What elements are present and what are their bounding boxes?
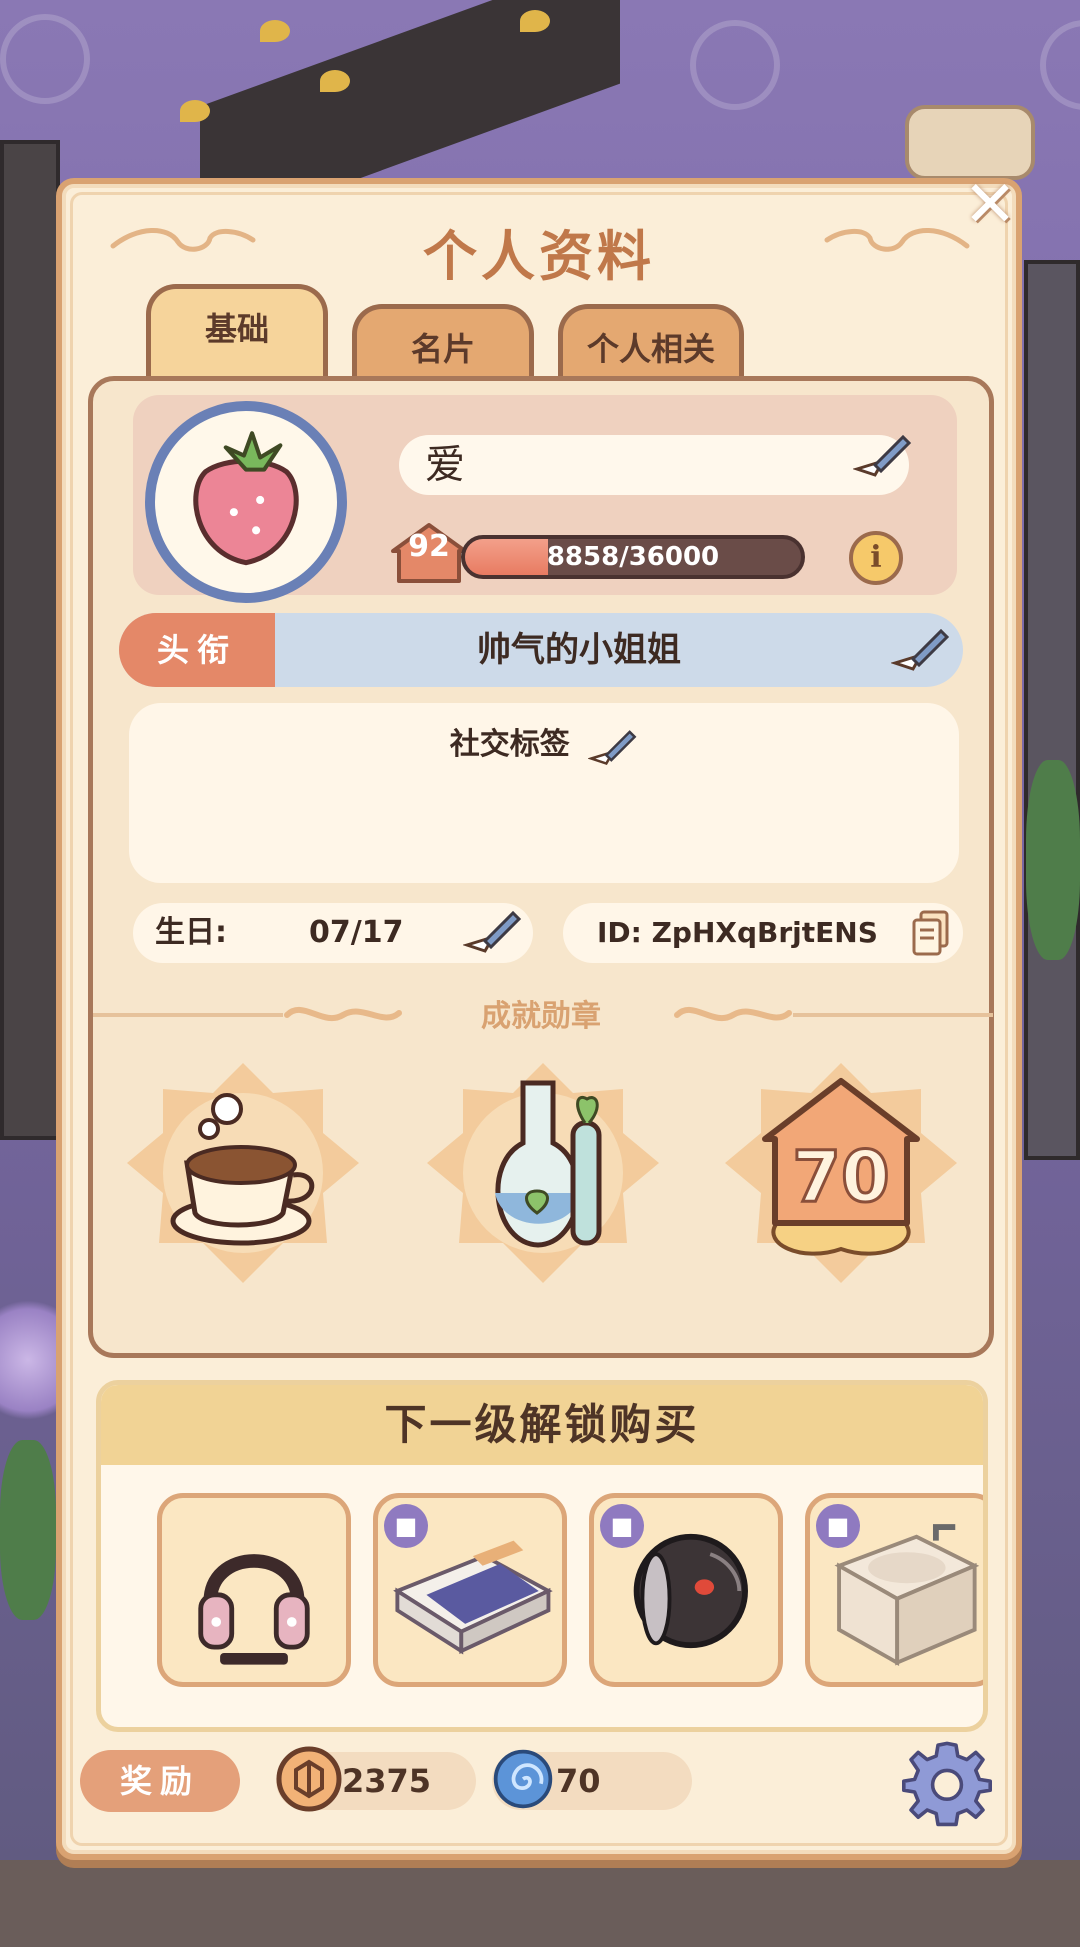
avatar[interactable] bbox=[145, 401, 347, 603]
unlock-header: 下一级解锁购买 bbox=[101, 1385, 983, 1465]
edit-birthday-pencil-icon[interactable] bbox=[463, 905, 523, 955]
tab-personal-label: 个人相关 bbox=[586, 330, 715, 368]
birthday-value: 07/17 bbox=[309, 915, 404, 950]
coin-icon bbox=[276, 1746, 342, 1812]
player-id: ID: ZpHXqBrjtENS bbox=[597, 916, 878, 949]
ornament-right-decoration bbox=[674, 1006, 792, 1021]
level-number: 92 bbox=[408, 529, 450, 564]
lock-icon: ■ bbox=[816, 1504, 860, 1548]
edit-title-pencil-icon[interactable] bbox=[891, 623, 951, 673]
sun-decoration bbox=[690, 20, 780, 110]
building-decoration bbox=[0, 140, 60, 1140]
flourish-right-decoration bbox=[824, 228, 970, 252]
sun-decoration bbox=[0, 14, 90, 104]
plant-decoration bbox=[1026, 760, 1080, 960]
lock-icon: ■ bbox=[384, 1504, 428, 1548]
name-field[interactable]: 爱 bbox=[399, 435, 909, 495]
info-icon[interactable]: i bbox=[849, 531, 903, 585]
leaf-decoration bbox=[320, 70, 350, 92]
exp-bar: 8858/36000 bbox=[461, 535, 805, 579]
level-70-badge-icon[interactable]: 70 bbox=[721, 1053, 961, 1293]
leaf-decoration bbox=[520, 10, 550, 32]
tab-basic[interactable]: 基础 bbox=[146, 284, 328, 384]
social-tags-text: 社交标签 bbox=[449, 727, 570, 762]
divider-right bbox=[793, 1013, 993, 1017]
title-label: 头衔 bbox=[119, 613, 275, 687]
next-level-unlock-section: 下一级解锁购买 ■ ■ ■ bbox=[96, 1380, 988, 1732]
floor-decoration bbox=[0, 1860, 1080, 1947]
swirl-gem-icon bbox=[493, 1749, 553, 1809]
tab-card-label: 名片 bbox=[410, 330, 475, 368]
unlock-item-lamp[interactable]: ■ bbox=[589, 1493, 783, 1687]
copy-icon[interactable] bbox=[911, 910, 951, 956]
settings-gear-icon[interactable] bbox=[902, 1738, 992, 1828]
unlock-item-sink[interactable]: ■ bbox=[805, 1493, 983, 1687]
tab-basic-label: 基础 bbox=[204, 310, 269, 348]
id-field: ID: ZpHXqBrjtENS bbox=[563, 903, 963, 963]
latte-coffee-icon[interactable] bbox=[123, 1053, 363, 1293]
strawberry-icon bbox=[193, 431, 299, 566]
gems-value: 70 bbox=[556, 1762, 601, 1800]
coins-value: 2375 bbox=[342, 1762, 432, 1800]
info-card: 爱 92 8858/36000 i 头衔 帅气的小姐姐 社交标签 生日: 07/… bbox=[88, 376, 994, 1358]
exp-text: 8858/36000 bbox=[546, 542, 720, 572]
leaf-decoration bbox=[260, 20, 290, 42]
flask-plant-icon[interactable] bbox=[423, 1053, 663, 1293]
leaf-decoration bbox=[180, 100, 210, 122]
wisteria-decoration bbox=[0, 1280, 56, 1440]
birthday-label: 生日: bbox=[155, 915, 227, 950]
badge-level-number: 70 bbox=[792, 1136, 889, 1218]
social-tags-box[interactable]: 社交标签 bbox=[129, 703, 959, 883]
title-value: 帅气的小姐姐 bbox=[477, 630, 681, 670]
player-name: 爱 bbox=[425, 442, 465, 488]
profile-panel: 个人资料 基础 名片 个人相关 爱 92 8858/36000 i 头衔 帅气的… bbox=[56, 178, 1022, 1860]
title-row[interactable]: 头衔 帅气的小姐姐 bbox=[119, 613, 963, 687]
unlock-item-bed[interactable]: ■ bbox=[373, 1493, 567, 1687]
rewards-label: 奖励 bbox=[80, 1750, 240, 1812]
building-decoration bbox=[1024, 260, 1080, 1160]
birthday-field[interactable]: 生日: 07/17 bbox=[133, 903, 533, 963]
edit-tags-pencil-icon[interactable] bbox=[587, 725, 638, 767]
edit-name-pencil-icon[interactable] bbox=[853, 429, 913, 479]
lock-icon: ■ bbox=[600, 1504, 644, 1548]
profile-box: 爱 92 8858/36000 i bbox=[133, 395, 957, 603]
close-button[interactable]: ✕ bbox=[958, 173, 1022, 240]
unlock-item-headphones[interactable] bbox=[157, 1493, 351, 1687]
social-tags-label: 社交标签 bbox=[129, 719, 959, 767]
plant-decoration bbox=[0, 1440, 56, 1620]
headphones-icon bbox=[198, 1554, 310, 1665]
